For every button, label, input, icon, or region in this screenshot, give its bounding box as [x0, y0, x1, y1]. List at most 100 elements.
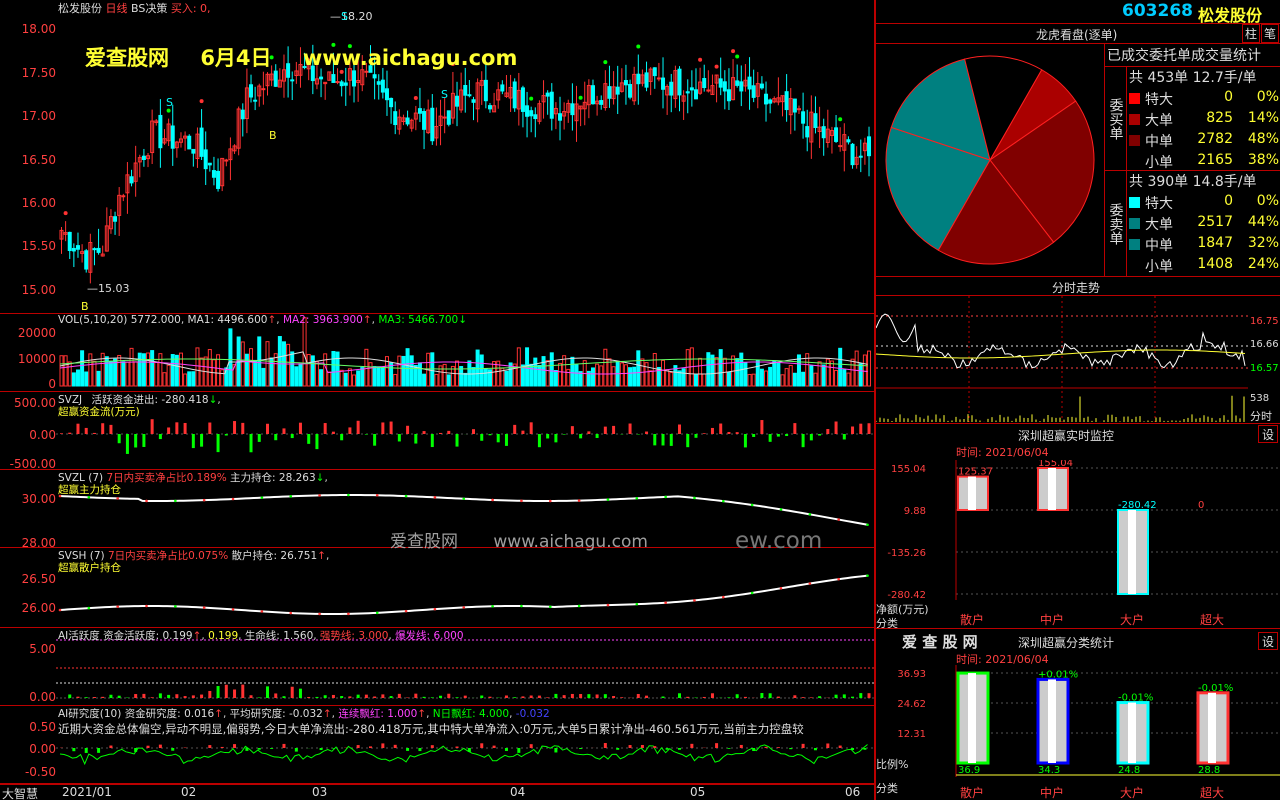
buy-total: 共 453单 12.7手/单	[1129, 70, 1257, 86]
candle-body	[113, 216, 118, 222]
active-bar	[109, 694, 113, 698]
flow-bar	[669, 434, 673, 446]
ai-active-value2: 0.199	[208, 630, 239, 642]
active-bar	[851, 696, 855, 698]
ai-research-panel[interactable]: AI研究度(10) 资金研究度: 0.016↑, 平均研究度: -0.032↑,…	[0, 706, 874, 784]
volume-bar	[405, 348, 410, 387]
active-bar	[298, 688, 302, 698]
flow-bar	[323, 423, 327, 434]
flow-bar	[274, 434, 278, 441]
research-bar	[393, 744, 397, 748]
bar-toggle-button[interactable]: 柱	[1242, 24, 1260, 43]
flow-bar	[216, 434, 220, 453]
brand-label: 大智慧	[2, 787, 39, 800]
volume-bar	[669, 372, 674, 387]
retail-hold-line-dot	[779, 586, 783, 590]
research-bar	[554, 748, 558, 753]
research-bar	[84, 748, 88, 753]
intraday-vol-unit: 分时	[1250, 410, 1272, 423]
volume-bar	[801, 371, 806, 387]
classify-settings-button[interactable]: 设	[1258, 632, 1278, 650]
volume-bar	[850, 358, 855, 387]
main-hold-line-dot	[722, 499, 725, 503]
active-bar	[134, 694, 138, 698]
classify-ratio-label: 比例%	[876, 758, 909, 771]
main-hold-line-dot	[260, 496, 264, 499]
main-hold-line-dot	[174, 499, 177, 503]
y-tick: 26.50	[21, 572, 56, 586]
legend-swatch	[1129, 156, 1140, 167]
volume-bar	[714, 357, 719, 387]
research-bar	[331, 748, 335, 749]
flow-bar	[472, 429, 475, 434]
flow-bar	[191, 434, 195, 449]
volume-bar	[858, 363, 863, 387]
volume-bar	[314, 361, 319, 387]
svzj-panel[interactable]: SVZJ 活跃资金进出: -280.418↓, 超赢资金流(万元)	[0, 392, 874, 470]
ai-research-legend: AI研究度(10) 资金研究度: 0.016↑, 平均研究度: -0.032↑,…	[58, 708, 550, 720]
flow-bar	[826, 429, 830, 434]
monitor-settings-button[interactable]: 设	[1258, 425, 1278, 443]
svsh-ratio: 7日内买卖净占比0.075%	[107, 550, 229, 562]
research-bar	[739, 744, 743, 748]
volume-bar	[360, 367, 365, 387]
retail-hold-line-dot	[404, 609, 408, 613]
flow-bar	[298, 422, 302, 434]
svsh-panel[interactable]: SVSH (7) 7日内买卖净占比0.075% 散户持仓: 26.751↑, 超…	[0, 548, 874, 628]
research-line	[59, 744, 868, 766]
volume-bar	[75, 369, 80, 387]
candle-body	[389, 97, 394, 108]
candle-body	[784, 91, 789, 111]
volume-bar	[553, 370, 558, 387]
flow-bar	[480, 434, 484, 441]
row-volume: 2517	[1197, 214, 1233, 230]
monitor-bar-highlight	[1128, 510, 1136, 594]
flow-bar	[109, 424, 113, 434]
candle-body	[739, 81, 744, 92]
research-bar	[764, 746, 768, 748]
candle-body	[211, 170, 216, 178]
flow-bar	[266, 423, 269, 434]
flow-bar	[603, 426, 607, 434]
volume-bar	[652, 352, 657, 387]
research-bar	[72, 748, 76, 752]
flow-bar	[842, 434, 846, 440]
x-label-jun: 06	[845, 785, 861, 799]
active-bar	[554, 693, 558, 698]
candle-body	[834, 127, 839, 142]
volume-bar	[261, 367, 266, 387]
active-bar	[834, 694, 838, 698]
row-percent: 24%	[1247, 256, 1279, 272]
volume-bar	[133, 361, 138, 387]
vol-label: VOL(5,10,20)	[58, 314, 128, 326]
candle-body	[422, 111, 427, 130]
volume-bar	[125, 361, 130, 387]
candle-body	[290, 79, 295, 82]
volume-bar	[698, 357, 703, 387]
ai-burst-line: 爆发线: 6.000	[395, 630, 464, 642]
row-volume: 0	[1224, 193, 1233, 209]
classify-change: -0.01%	[1118, 693, 1153, 704]
flow-bar	[60, 433, 63, 434]
row-percent: 32%	[1247, 235, 1279, 251]
x-label-may: 05	[690, 785, 706, 799]
ai-active-panel[interactable]: AI活跃度 资金活跃度: 0.199↑, 0.199, 生命线: 1.560, …	[0, 628, 874, 706]
volume-bar	[331, 350, 336, 387]
volume-bar	[718, 349, 723, 387]
signal-dot	[63, 211, 68, 216]
volume-panel[interactable]: VOL(5,10,20) 5772.000, MA1: 4496.600↑, M…	[0, 314, 874, 392]
active-bar	[84, 697, 88, 698]
volume-bar	[504, 370, 509, 387]
volume-bar	[619, 362, 624, 387]
candle-body	[792, 98, 797, 113]
candle-body	[549, 91, 554, 119]
volume-bar	[199, 357, 204, 387]
volume-bar	[611, 366, 616, 387]
volume-bar	[492, 361, 497, 387]
volume-bar	[347, 368, 352, 387]
research-bar	[356, 745, 360, 748]
volume-bar	[228, 328, 233, 387]
volume-bar	[788, 364, 793, 387]
pen-toggle-button[interactable]: 笔	[1261, 24, 1279, 43]
classify-ratio: 28.8	[1198, 765, 1220, 776]
